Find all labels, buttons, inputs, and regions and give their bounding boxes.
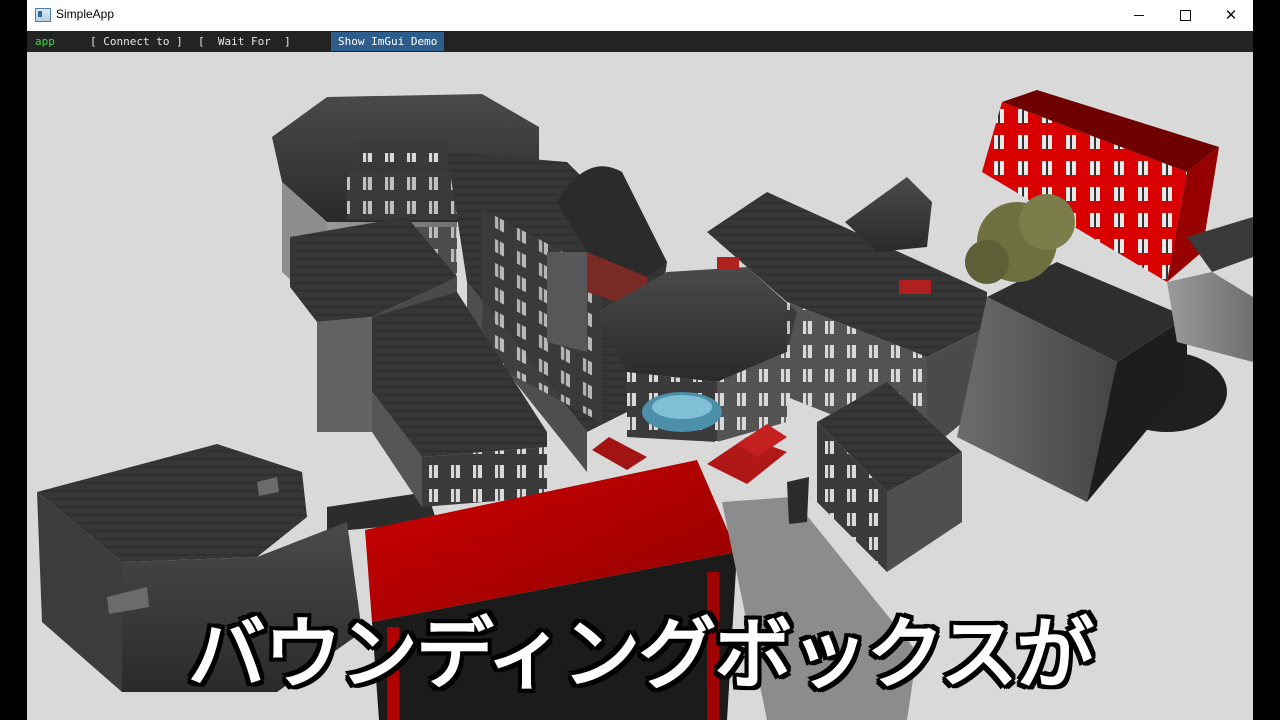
menu-wait-for[interactable]: [ Wait For ] [198,31,291,52]
menu-connect-to[interactable]: [ Connect to ] [90,31,183,52]
minimize-button[interactable] [1116,0,1162,30]
menu-app[interactable]: app [35,31,55,52]
title-bar[interactable]: SimpleApp ✕ [27,0,1253,30]
maximize-button[interactable] [1162,0,1208,30]
chimney [717,257,739,269]
video-subtitle: バウンディングボックスが [187,610,1094,700]
app-window-icon [35,8,51,22]
close-button[interactable]: ✕ [1208,0,1253,30]
close-icon: ✕ [1224,5,1238,24]
video-frame: SimpleApp ✕ app [ Connect to ] [ Wait Fo… [0,0,1280,720]
show-imgui-demo-button[interactable]: Show ImGui Demo [331,32,445,51]
imgui-menu-bar: app [ Connect to ] [ Wait For ] Show ImG… [27,31,1253,52]
statue [787,477,809,524]
building-block-right [957,262,1187,502]
chimney [899,280,931,294]
maximize-icon [1179,9,1191,21]
window-title: SimpleApp [56,7,115,21]
minimize-icon [1134,14,1144,16]
